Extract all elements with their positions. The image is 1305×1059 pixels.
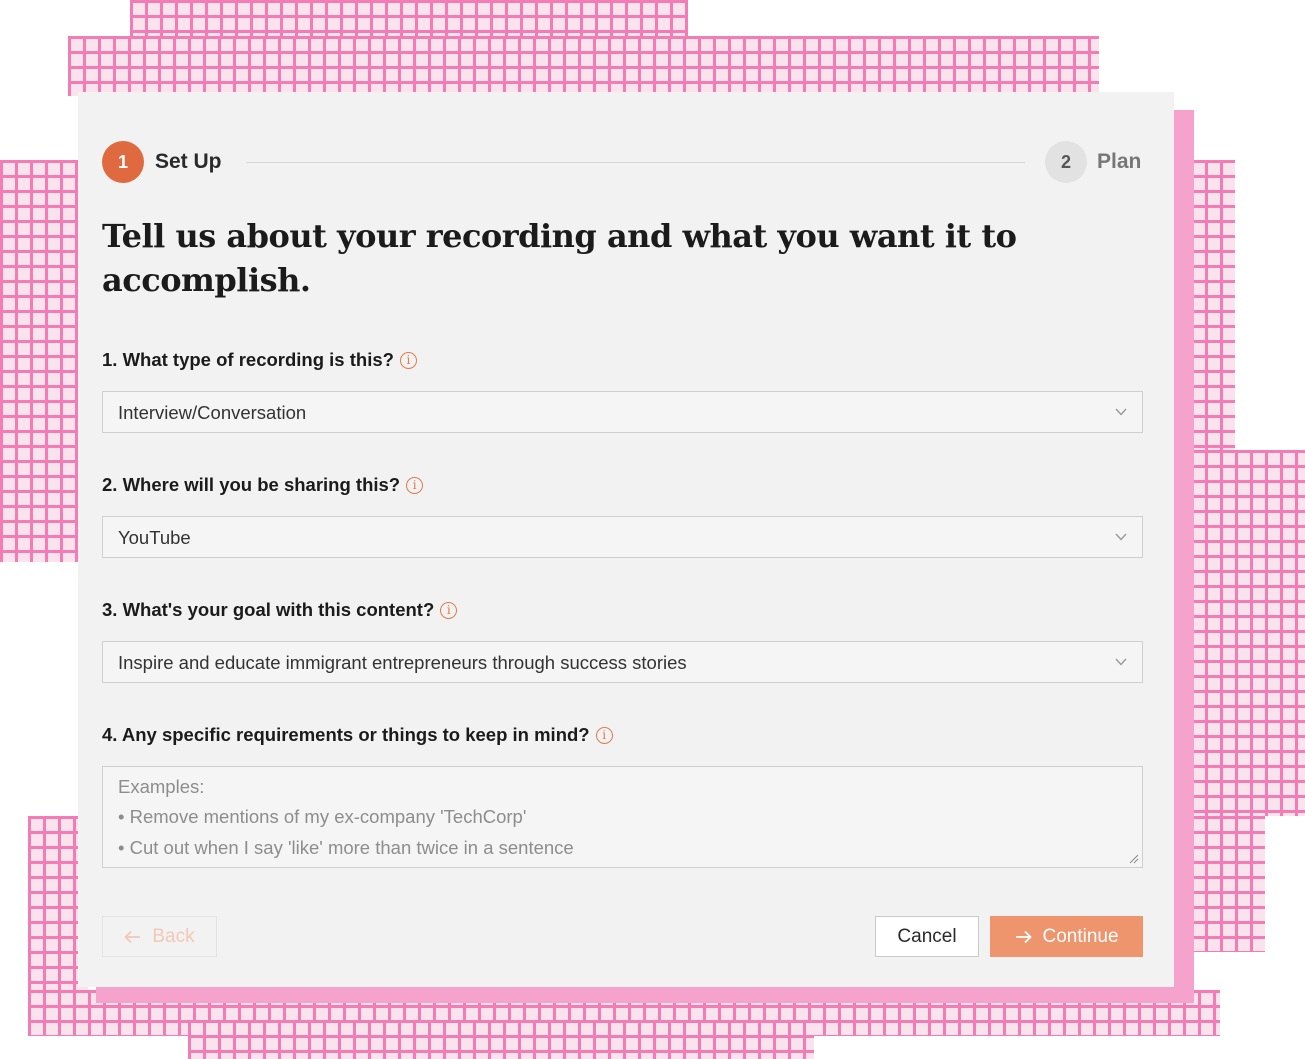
arrow-right-icon [1016,930,1033,943]
info-icon[interactable]: i [595,726,613,744]
question-2-text: 2. Where will you be sharing this? [102,474,401,495]
question-4-text: 4. Any specific requirements or things t… [102,724,590,745]
info-icon[interactable]: i [440,601,458,619]
stepper: 1 Set Up 2 Plan [102,141,1143,183]
step-connector [246,162,1025,163]
cancel-button[interactable]: Cancel [875,916,979,957]
question-1-label: 1. What type of recording is this? i [102,349,417,371]
chevron-down-icon [1115,408,1127,416]
question-2-label: 2. Where will you be sharing this? i [102,474,424,496]
select-value: Interview/Conversation [118,402,307,423]
resize-handle-icon[interactable] [1129,854,1139,864]
step-2-indicator: 2 [1045,141,1087,183]
info-icon[interactable]: i [406,476,424,494]
step-1-label: Set Up [155,150,222,173]
card-shadow [96,987,1194,1003]
placeholder-line: • Remove mentions of my ex-company 'Tech… [118,806,527,827]
select-value: Inspire and educate immigrant entreprene… [118,652,687,673]
page-title: Tell us about your recording and what yo… [102,217,1017,299]
step-1-indicator: 1 [102,141,144,183]
chevron-down-icon [1115,658,1127,666]
question-4-label: 4. Any specific requirements or things t… [102,724,613,746]
back-label: Back [152,925,195,947]
requirements-textarea[interactable]: Examples: • Remove mentions of my ex-com… [102,766,1143,868]
step-2-label: Plan [1097,150,1142,173]
setup-dialog: 1 Set Up 2 Plan Tell us about your recor… [78,92,1174,987]
recording-type-select[interactable]: Interview/Conversation [102,391,1143,433]
continue-button[interactable]: Continue [990,916,1143,957]
chevron-down-icon [1115,533,1127,541]
cancel-label: Cancel [897,925,957,947]
question-1-text: 1. What type of recording is this? [102,349,394,370]
info-icon[interactable]: i [399,351,417,369]
background-pattern [188,1020,814,1059]
sharing-platform-select[interactable]: YouTube [102,516,1143,558]
content-goal-select[interactable]: Inspire and educate immigrant entreprene… [102,641,1143,683]
card-shadow [1174,110,1194,1003]
select-value: YouTube [118,527,191,548]
question-3-label: 3. What's your goal with this content? i [102,599,458,621]
arrow-left-icon [124,930,141,943]
background-pattern [0,160,80,562]
placeholder-line: • Cut out when I say 'like' more than tw… [118,837,574,858]
placeholder-line: Examples: [118,776,205,797]
question-3-text: 3. What's your goal with this content? [102,599,435,620]
background-pattern [68,36,1099,96]
back-button[interactable]: Back [102,916,217,957]
continue-label: Continue [1042,925,1119,947]
